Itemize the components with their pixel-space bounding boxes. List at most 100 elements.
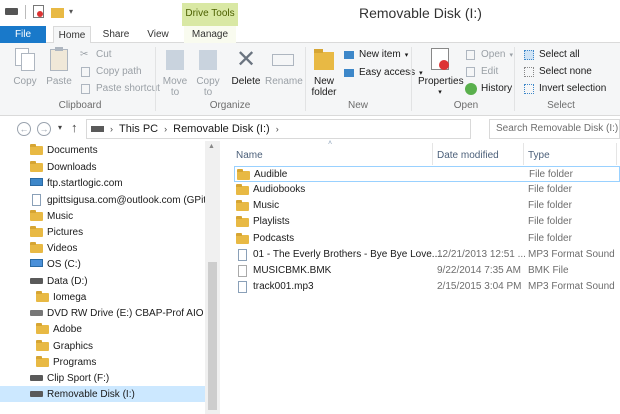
nav-item-programs[interactable]: Programs <box>0 354 205 370</box>
column-header-type[interactable]: Type <box>528 146 550 166</box>
nav-pane-scrollbar[interactable]: ▲ <box>205 141 220 414</box>
copy-path-icon <box>80 66 92 78</box>
title-bar: ▾ Drive Tools Removable Disk (I:) <box>0 0 620 26</box>
nav-item-iomega[interactable]: Iomega <box>0 289 205 305</box>
copy-to-icon <box>195 46 221 74</box>
new-item-button[interactable]: New item ▾ <box>343 47 408 62</box>
quick-access-toolbar: ▾ <box>4 4 79 20</box>
file-name: 01 - The Everly Brothers - Bye Bye Love.… <box>253 249 443 260</box>
breadcrumb-this-pc[interactable]: This PC <box>119 123 158 135</box>
copy-path-button[interactable]: Copy path <box>80 64 142 79</box>
nav-item-removable-disk-i[interactable]: Removable Disk (I:) <box>0 386 205 402</box>
properties-button[interactable]: Properties ▾ <box>418 46 464 98</box>
window-menu-icon[interactable] <box>4 4 20 20</box>
history-button[interactable]: History <box>465 81 512 96</box>
file-row-track001[interactable]: track001.mp3 2/15/2015 3:04 PM MP3 Forma… <box>234 279 620 295</box>
tab-file[interactable]: File <box>0 26 46 43</box>
nav-item-data-d[interactable]: Data (D:) <box>0 273 205 289</box>
nav-item-adobe[interactable]: Adobe <box>0 321 205 337</box>
edit-button[interactable]: Edit <box>465 64 498 79</box>
breadcrumb-removable-disk[interactable]: Removable Disk (I:) <box>173 123 270 135</box>
back-arrow-icon[interactable]: ← <box>17 122 31 136</box>
folder-icon <box>30 144 43 156</box>
column-header-date-modified[interactable]: Date modified <box>437 146 499 166</box>
file-row-podcasts[interactable]: Podcasts File folder <box>234 231 620 247</box>
select-all-icon <box>523 49 535 61</box>
file-row-music[interactable]: Music File folder <box>234 198 620 214</box>
nav-item-label: Videos <box>47 242 78 254</box>
nav-item-videos[interactable]: Videos <box>0 240 205 256</box>
column-divider[interactable] <box>616 143 617 165</box>
nav-item-os-c[interactable]: OS (C:) <box>0 256 205 272</box>
file-row-playlists[interactable]: Playlists File folder <box>234 214 620 230</box>
nav-item-clip-sport-f[interactable]: Clip Sport (F:) <box>0 370 205 386</box>
delete-label: Delete <box>231 76 261 87</box>
nav-item-graphics[interactable]: Graphics <box>0 338 205 354</box>
copy-button[interactable]: Copy <box>10 46 40 87</box>
ribbon: Copy Paste ✂ Cut Copy path Paste shortcu… <box>0 43 620 116</box>
forward-arrow-icon[interactable]: → <box>37 122 51 136</box>
open-button[interactable]: Open ▾ <box>465 47 513 62</box>
paste-button[interactable]: Paste <box>44 46 74 87</box>
rename-icon <box>270 46 296 74</box>
scissors-icon: ✂ <box>80 48 89 60</box>
nav-pane-scroll-thumb[interactable] <box>208 262 217 410</box>
nav-item-label: DVD RW Drive (E:) CBAP-Prof AIO <box>47 307 204 319</box>
nav-item-ftp[interactable]: ftp.startlogic.com <box>0 175 205 191</box>
cut-button[interactable]: ✂ Cut <box>80 47 112 62</box>
nav-item-onedrive[interactable]: gpittsigusa.com@outlook.com (GPitts) <box>0 192 217 208</box>
customize-toolbar-icon[interactable]: ▾ <box>69 4 79 20</box>
address-bar[interactable]: › This PC › Removable Disk (I:) › <box>86 119 471 139</box>
nav-item-pictures[interactable]: Pictures <box>0 224 205 240</box>
drive-icon <box>30 275 43 287</box>
edit-icon <box>465 66 477 78</box>
nav-item-dvd-e[interactable]: DVD RW Drive (E:) CBAP-Prof AIO <box>0 305 205 321</box>
breadcrumb-separator-icon[interactable]: › <box>110 124 113 134</box>
tab-home[interactable]: Home <box>53 26 91 44</box>
copy-icon <box>12 46 38 74</box>
folder-icon <box>236 216 249 227</box>
ribbon-divider <box>411 47 412 111</box>
up-arrow-icon[interactable]: ↑ <box>71 120 78 135</box>
file-row-everly-brothers[interactable]: 01 - The Everly Brothers - Bye Bye Love.… <box>234 247 620 263</box>
ribbon-divider <box>514 47 515 111</box>
tab-manage[interactable]: Manage <box>184 26 236 43</box>
breadcrumb-separator-icon[interactable]: › <box>164 124 167 134</box>
delete-button[interactable]: ✕ Delete <box>229 46 263 87</box>
move-to-label: Move <box>162 76 188 87</box>
new-folder-button[interactable]: New folder <box>308 46 340 98</box>
select-none-button[interactable]: Select none <box>523 64 592 79</box>
copy-to-button[interactable]: Copy to <box>193 46 223 98</box>
move-to-button[interactable]: Move to <box>160 46 190 98</box>
copy-label: Copy <box>13 76 37 87</box>
nav-item-music[interactable]: Music <box>0 208 205 224</box>
nav-item-documents[interactable]: Documents <box>0 142 205 158</box>
scroll-up-icon[interactable]: ▲ <box>208 143 215 150</box>
breadcrumb-separator-icon[interactable]: › <box>276 124 279 134</box>
select-all-button[interactable]: Select all <box>523 47 580 62</box>
tab-share[interactable]: Share <box>98 26 134 43</box>
file-date: 9/22/2014 7:35 AM <box>437 265 521 276</box>
folder-icon <box>36 340 49 352</box>
nav-item-label: OS (C:) <box>47 258 81 270</box>
recent-locations-chevron-icon[interactable]: ▾ <box>58 123 62 132</box>
column-header-name[interactable]: Name <box>236 146 263 166</box>
properties-label: Properties <box>418 76 464 87</box>
history-label: History <box>481 83 513 94</box>
rename-button[interactable]: Rename <box>265 46 303 87</box>
nav-item-downloads[interactable]: Downloads <box>0 159 205 175</box>
invert-selection-button[interactable]: Invert selection <box>523 81 606 96</box>
file-row-audiobooks[interactable]: Audiobooks File folder <box>234 182 620 198</box>
paste-shortcut-label: Paste shortcut <box>96 83 160 94</box>
file-row-audible[interactable]: Audible File folder <box>234 166 620 182</box>
column-divider[interactable] <box>523 143 524 165</box>
folder-icon <box>30 161 43 173</box>
column-divider[interactable] <box>432 143 433 165</box>
paste-shortcut-button[interactable]: Paste shortcut <box>80 81 160 96</box>
search-input[interactable]: Search Removable Disk (I:) <box>489 119 620 139</box>
new-folder-icon[interactable] <box>50 4 66 20</box>
select-none-icon <box>523 66 535 78</box>
tab-view[interactable]: View <box>142 26 174 43</box>
file-row-musicbmk[interactable]: MUSICBMK.BMK 9/22/2014 7:35 AM BMK File <box>234 263 620 279</box>
properties-icon[interactable] <box>31 4 47 20</box>
